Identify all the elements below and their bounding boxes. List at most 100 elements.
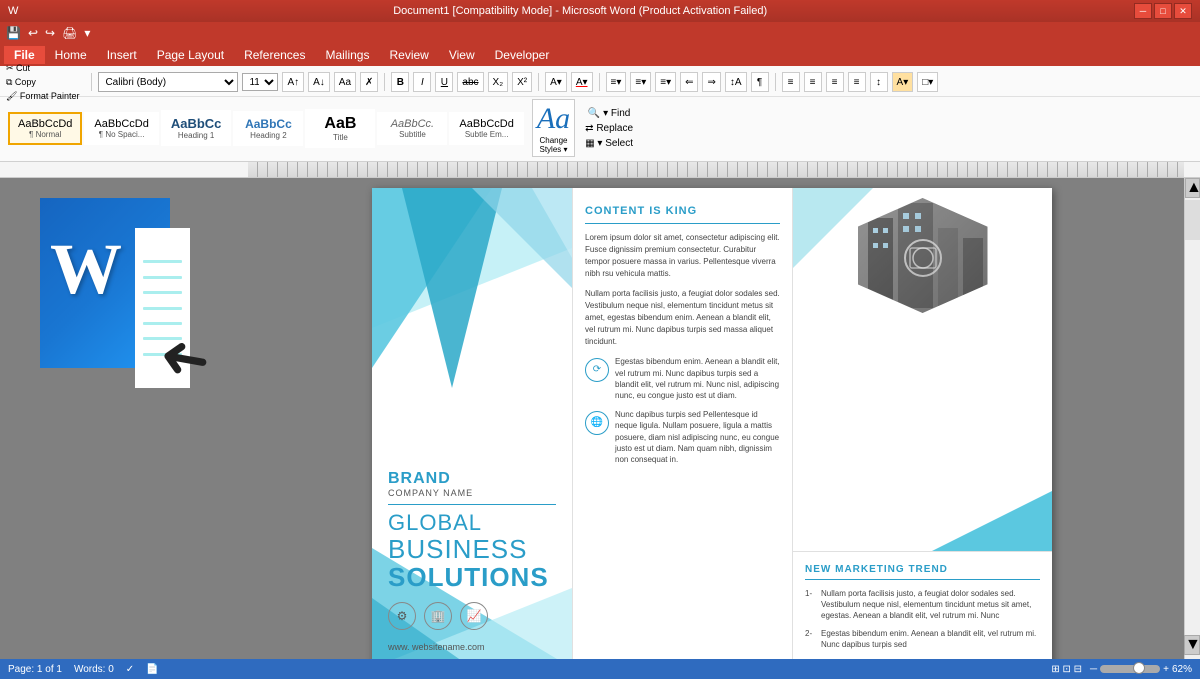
style-no-spacing[interactable]: AaBbCcDd ¶ No Spaci...: [84, 112, 158, 145]
scroll-thumb[interactable]: [1185, 200, 1200, 240]
scroll-up-button[interactable]: ▲: [1185, 178, 1200, 198]
change-case-button[interactable]: Aa: [334, 72, 356, 92]
line-spacing-button[interactable]: ↕: [870, 72, 888, 92]
status-left: Page: 1 of 1 Words: 0 ✓ 📄: [8, 664, 159, 675]
brochure-middle-panel: CONTENT IS KING Lorem ipsum dolor sit am…: [572, 188, 792, 659]
bold-button[interactable]: B: [391, 72, 409, 92]
select-button[interactable]: ▦ ▾ Select: [583, 137, 635, 150]
separator: [599, 73, 600, 91]
headline-business: BUSINESS: [388, 535, 556, 564]
align-right-button[interactable]: ≡: [826, 72, 844, 92]
font-color-button[interactable]: A▾: [571, 72, 593, 92]
multilevel-list-button[interactable]: ≡▾: [655, 72, 676, 92]
text-highlight-button[interactable]: A▾: [545, 72, 567, 92]
superscript-button[interactable]: X²: [512, 72, 532, 92]
align-left-button[interactable]: ≡: [782, 72, 800, 92]
decrease-indent-button[interactable]: ⇐: [680, 72, 698, 92]
icon-row-1: ⟳ Egestas bibendum enim. Aenean a blandi…: [585, 356, 780, 401]
font-shrink-button[interactable]: A↓: [308, 72, 330, 92]
style-heading2[interactable]: AaBbCc Heading 2: [233, 111, 303, 146]
editing-group: 🔍 ▾ Find ⇄ Replace ▦ ▾ Select: [583, 107, 635, 150]
menu-review[interactable]: Review: [379, 46, 438, 64]
borders-button[interactable]: □▾: [917, 72, 938, 92]
brochure-right-panel: NEW MARKETING TREND 1- Nullam porta faci…: [792, 188, 1052, 659]
qa-save-button[interactable]: 💾: [4, 26, 23, 40]
font-name-select[interactable]: Calibri (Body): [98, 72, 238, 92]
geo-svg: [372, 188, 572, 452]
ribbon: ✂ Cut ⧉ Copy 🖌 Format Painter Calibri (B…: [0, 66, 1200, 162]
qa-undo-button[interactable]: ↩: [26, 26, 40, 40]
para2: Nullam porta facilisis justo, a feugiat …: [585, 288, 780, 348]
zoom-slider-thumb[interactable]: [1133, 662, 1145, 674]
underline-button[interactable]: U: [435, 72, 453, 92]
style-title[interactable]: AaB Title: [305, 109, 375, 148]
menu-view[interactable]: View: [439, 46, 485, 64]
close-button[interactable]: ✕: [1174, 3, 1192, 19]
style-heading1[interactable]: AaBbCc Heading 1: [161, 110, 232, 146]
bullets-button[interactable]: ≡▾: [606, 72, 627, 92]
document-area[interactable]: BRAND COMPANY NAME GLOBAL BUSINESS SOLUT…: [240, 178, 1184, 659]
qa-customize-button[interactable]: ▾: [82, 26, 92, 40]
sort-button[interactable]: ↕A: [725, 72, 747, 92]
minimize-button[interactable]: ─: [1134, 3, 1152, 19]
change-styles-button[interactable]: Aa ChangeStyles ▾: [532, 99, 575, 157]
geo-background-top: [372, 188, 572, 452]
style-subtitle[interactable]: AaBbCc. Subtitle: [377, 112, 447, 145]
style-normal[interactable]: AaBbCcDd ¶ Normal: [8, 112, 82, 145]
brochure-left-content: BRAND COMPANY NAME GLOBAL BUSINESS SOLUT…: [388, 470, 556, 652]
zoom-minus-button[interactable]: ─: [1090, 664, 1097, 675]
strikethrough-button[interactable]: abc: [457, 72, 483, 92]
zoom-slider[interactable]: [1100, 665, 1160, 673]
subscript-button[interactable]: X₂: [488, 72, 509, 92]
para1: Lorem ipsum dolor sit amet, consectetur …: [585, 232, 780, 280]
styles-gallery: AaBbCcDd ¶ Normal AaBbCcDd ¶ No Spaci...…: [4, 107, 530, 150]
numbering-button[interactable]: ≡▾: [630, 72, 651, 92]
scroll-down-button[interactable]: ▼: [1184, 635, 1200, 655]
qa-redo-button[interactable]: ↪: [43, 26, 57, 40]
align-center-button[interactable]: ≡: [804, 72, 822, 92]
zoom-plus-button[interactable]: +: [1163, 664, 1169, 675]
separator: [384, 73, 385, 91]
maximize-button[interactable]: □: [1154, 3, 1172, 19]
brand-name: BRAND: [388, 470, 556, 488]
trend-title: NEW MARKETING TREND: [805, 564, 1040, 575]
menu-insert[interactable]: Insert: [97, 46, 147, 64]
icon-row-2: 🌐 Nunc dapibus turpis sed Pellentesque i…: [585, 409, 780, 465]
quick-access-toolbar: 💾 ↩ ↪ 🖨 ▾: [0, 22, 1200, 44]
word-icon: W: [8, 5, 18, 17]
style-subtle-emphasis[interactable]: AaBbCcDd Subtle Em...: [449, 112, 523, 145]
copy-button[interactable]: ⧉ Copy: [4, 76, 81, 89]
clear-format-button[interactable]: ✗: [360, 72, 378, 92]
find-button[interactable]: 🔍 ▾ Find: [583, 107, 635, 120]
brand-divider: [388, 504, 556, 505]
format-painter-button[interactable]: 🖌 Format Painter: [4, 90, 81, 103]
word-w-letter: W: [50, 228, 122, 311]
icon-chart: 📈: [460, 602, 488, 630]
content-title: CONTENT IS KING: [585, 204, 780, 219]
main-area: W ➜: [0, 178, 1200, 659]
replace-button[interactable]: ⇄ Replace: [583, 122, 635, 135]
brochure-right-bottom: NEW MARKETING TREND 1- Nullam porta faci…: [793, 551, 1052, 659]
menu-references[interactable]: References: [234, 46, 315, 64]
check-icon: ✓: [126, 664, 134, 675]
cut-button[interactable]: ✂ Cut: [4, 62, 81, 75]
menu-items: Home Insert Page Layout References Maili…: [45, 46, 560, 64]
increase-indent-button[interactable]: ⇒: [702, 72, 720, 92]
font-size-select[interactable]: 11: [242, 73, 278, 91]
show-hide-button[interactable]: ¶: [751, 72, 769, 92]
window-title: Document1 [Compatibility Mode] - Microso…: [26, 5, 1134, 17]
justify-button[interactable]: ≡: [848, 72, 866, 92]
word-logo-sidebar: W ➜: [0, 178, 240, 659]
track-icon: 📄: [146, 664, 158, 675]
zoom-control: ─ + 62%: [1090, 664, 1192, 675]
italic-button[interactable]: I: [413, 72, 431, 92]
menu-mailings[interactable]: Mailings: [315, 46, 379, 64]
shading-button[interactable]: A▾: [892, 72, 914, 92]
qa-print-button[interactable]: 🖨: [60, 26, 79, 40]
vertical-scrollbar[interactable]: ▲ ▼: [1184, 178, 1200, 659]
menu-developer[interactable]: Developer: [485, 46, 560, 64]
content-divider: [585, 223, 780, 224]
headline-solutions: SOLUTIONS: [388, 563, 556, 592]
font-grow-button[interactable]: A↑: [282, 72, 304, 92]
menu-page-layout[interactable]: Page Layout: [147, 46, 234, 64]
